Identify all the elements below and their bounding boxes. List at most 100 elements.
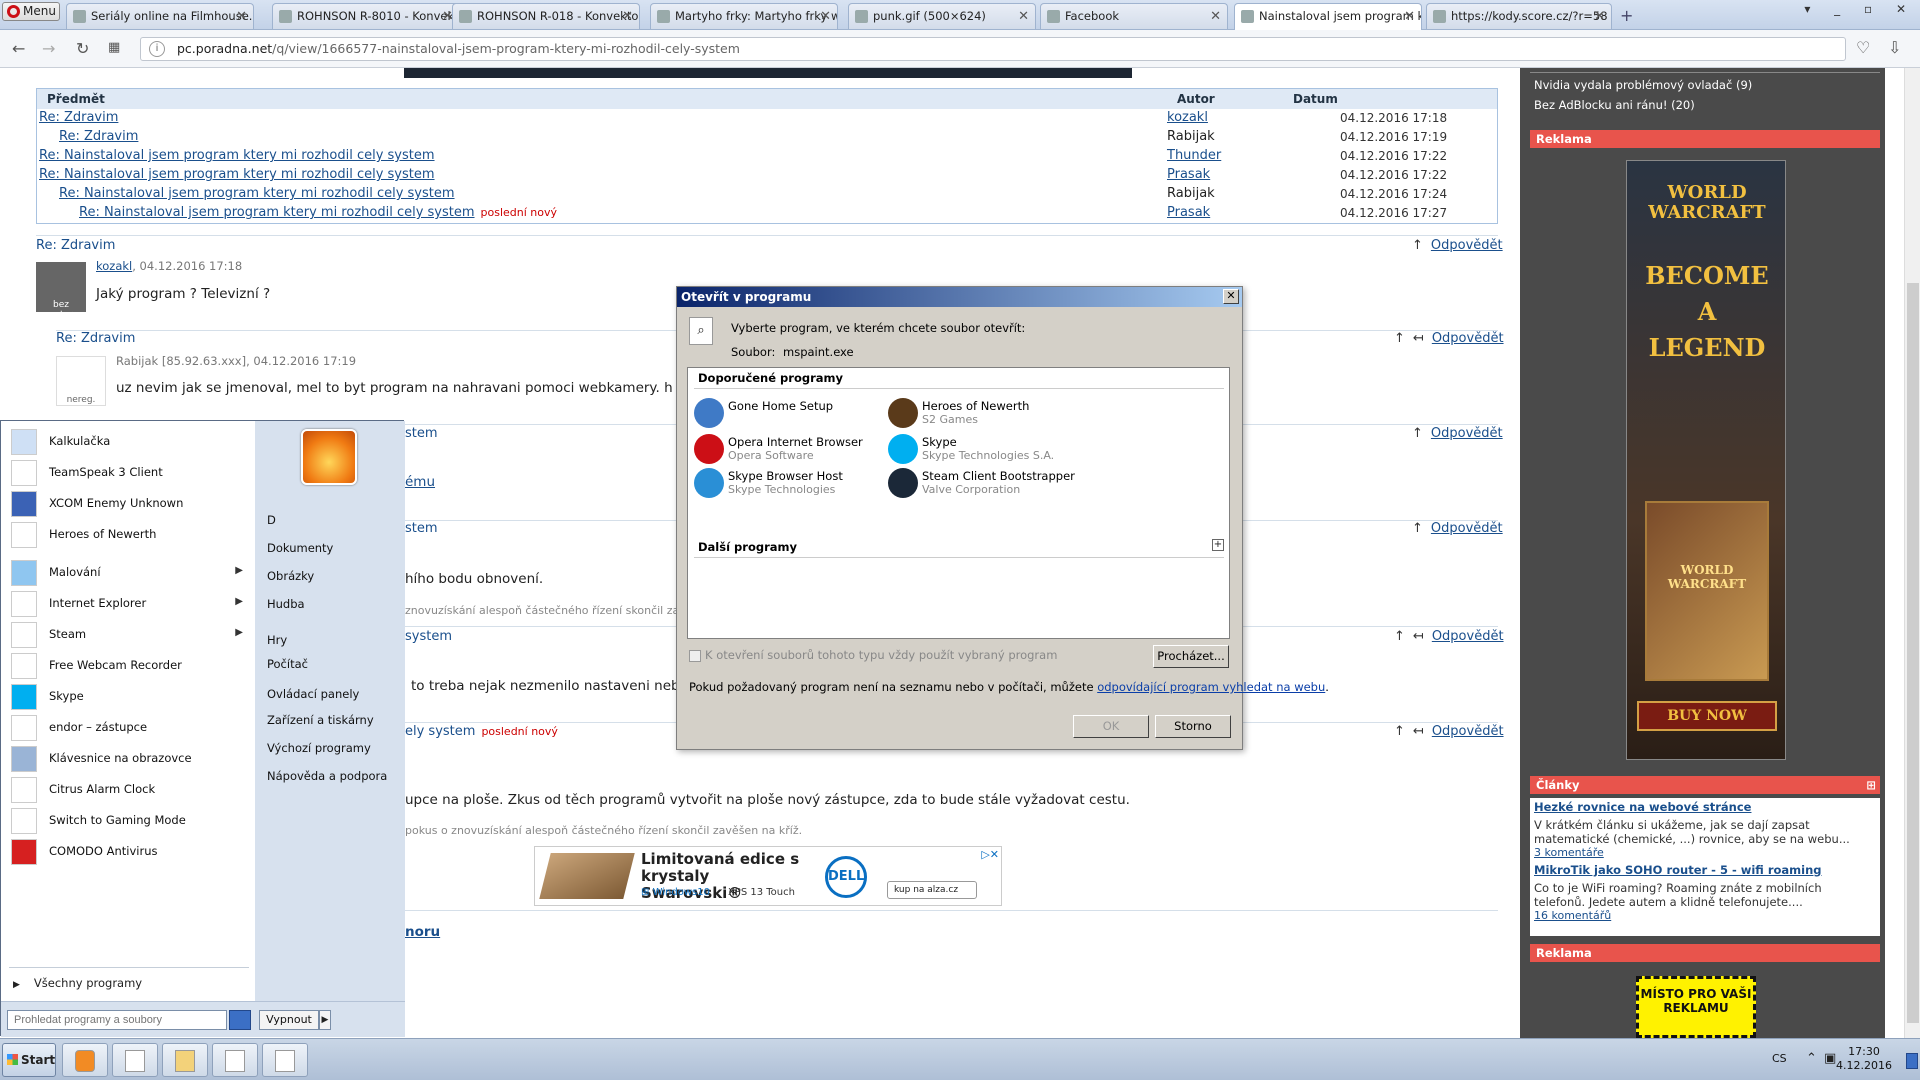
reply-action[interactable]: ↑ ↤ Odpovědět: [1394, 331, 1504, 346]
program-option[interactable]: Heroes of Newerth S2 Games: [888, 396, 1123, 432]
start-menu-item[interactable]: endor – zástupce: [9, 711, 249, 745]
start-menu-item[interactable]: Internet Explorer ▶: [9, 587, 249, 621]
start-menu-item[interactable]: Heroes of Newerth: [9, 518, 249, 552]
warcraft-ad[interactable]: WORLD WARCRAFT BECOME A LEGEND WORLD WAR…: [1626, 160, 1786, 760]
browser-tab[interactable]: punk.gif (500×624) ✕: [848, 3, 1036, 29]
thread-author-link[interactable]: Thunder: [1167, 148, 1221, 163]
article-title[interactable]: Hezké rovnice na webové stránce: [1534, 800, 1876, 814]
reply-link[interactable]: Odpovědět: [1432, 724, 1504, 739]
user-picture[interactable]: [301, 429, 357, 485]
reply-link[interactable]: Odpovědět: [1432, 331, 1504, 346]
start-menu-item[interactable]: Klávesnice na obrazovce: [9, 742, 249, 776]
show-desktop-icon[interactable]: [1906, 1053, 1918, 1069]
search-icon[interactable]: [229, 1010, 251, 1030]
thread-subject[interactable]: Re: Nainstaloval jsem program ktery mi r…: [59, 186, 455, 201]
all-programs-item[interactable]: ▶ Všechny programy: [13, 976, 142, 990]
start-menu-place[interactable]: Dokumenty: [267, 541, 333, 555]
ok-button[interactable]: OK: [1073, 715, 1149, 738]
cancel-button[interactable]: Storno: [1155, 715, 1231, 738]
start-menu-place[interactable]: Výchozí programy: [267, 741, 371, 755]
thread-subject-link[interactable]: Re: Nainstaloval jsem program ktery mi r…: [39, 148, 435, 163]
language-indicator[interactable]: CS: [1772, 1052, 1787, 1065]
sidebar-link[interactable]: Bez AdBlocku ani ránu! (20): [1534, 98, 1695, 112]
tab-close-icon[interactable]: ✕: [622, 4, 633, 29]
arrow-up-icon[interactable]: ↑: [1412, 238, 1423, 253]
arrow-up-icon[interactable]: ↑: [1412, 426, 1423, 441]
reply-link[interactable]: Odpovědět: [1432, 629, 1504, 644]
bottom-link[interactable]: noru: [405, 924, 440, 940]
start-menu-item[interactable]: COMODO Antivirus: [9, 835, 249, 869]
program-list[interactable]: Doporučené programy Gone Home Setup Heroe…: [687, 367, 1230, 639]
thread-subject-link[interactable]: Re: Zdravim: [39, 110, 118, 125]
browser-tab[interactable]: https://kody.score.cz/?r=58 ✕: [1426, 3, 1612, 29]
taskbar-document[interactable]: [112, 1043, 158, 1077]
tab-close-icon[interactable]: ✕: [1018, 4, 1029, 29]
expand-plus-icon[interactable]: +: [1212, 539, 1224, 551]
browser-tab[interactable]: Martyho frky: Martyho frky w ✕: [650, 3, 838, 29]
start-menu-item[interactable]: Skype: [9, 680, 249, 714]
browser-tab[interactable]: Facebook ✕: [1040, 3, 1228, 29]
thread-author-link[interactable]: Prasak: [1167, 205, 1210, 220]
post-link[interactable]: ému: [405, 474, 435, 490]
thread-subject[interactable]: Re: Nainstaloval jsem program ktery mi r…: [39, 148, 435, 163]
tab-close-icon[interactable]: ✕: [1404, 4, 1415, 29]
start-menu-item[interactable]: Malování ▶: [9, 556, 249, 590]
start-menu-item[interactable]: Free Webcam Recorder: [9, 649, 249, 683]
start-menu-item[interactable]: Steam ▶: [9, 618, 249, 652]
arrow-up-icon[interactable]: ↑: [1394, 724, 1405, 739]
search-web-link[interactable]: odpovídající program vyhledat na webu: [1097, 680, 1325, 694]
thread-subject-link[interactable]: Re: Nainstaloval jsem program ktery mi r…: [39, 167, 435, 182]
browser-tab[interactable]: ROHNSON R-8010 - Konvekt ✕: [272, 3, 460, 29]
reply-link[interactable]: Odpovědět: [1431, 521, 1503, 536]
thread-subject[interactable]: Re: Nainstaloval jsem program ktery mi r…: [39, 167, 435, 182]
tab-close-icon[interactable]: ✕: [236, 4, 247, 29]
start-menu-place[interactable]: Obrázky: [267, 569, 314, 583]
arrow-up-icon[interactable]: ↑: [1394, 629, 1405, 644]
reload-icon[interactable]: ↻: [76, 39, 89, 58]
tab-close-icon[interactable]: ✕: [1210, 4, 1221, 29]
thread-subject[interactable]: Re: Zdravim: [39, 110, 118, 125]
post-title[interactable]: Re: Zdravim: [56, 331, 135, 346]
network-icon[interactable]: ▣: [1824, 1051, 1836, 1066]
start-menu-item[interactable]: XCOM Enemy Unknown: [9, 487, 249, 521]
ad-placeholder[interactable]: MÍSTO PRO VAŠI REKLAMU: [1636, 976, 1756, 1038]
window-controls[interactable]: ▾ _ ▫ ✕: [1804, 2, 1916, 16]
start-menu-item[interactable]: Kalkulačka: [9, 425, 249, 459]
shutdown-button[interactable]: Vypnout: [259, 1010, 319, 1030]
clock[interactable]: 17:30 4.12.2016: [1836, 1045, 1892, 1073]
browser-tab[interactable]: Seriály online na Filmhouse.c ✕: [66, 3, 254, 29]
reply-action[interactable]: ↑ Odpovědět: [1412, 238, 1503, 253]
buy-now-button[interactable]: BUY NOW: [1637, 701, 1777, 731]
post-title[interactable]: Re: Zdravim: [36, 238, 115, 253]
thread-subject-link[interactable]: Re: Nainstaloval jsem program ktery mi r…: [59, 186, 455, 201]
thread-subject-link[interactable]: Re: Zdravim: [59, 129, 138, 144]
download-icon[interactable]: ⇩: [1888, 38, 1901, 57]
reply-link[interactable]: Odpovědět: [1431, 238, 1503, 253]
thread-subject-link[interactable]: Re: Nainstaloval jsem program ktery mi r…: [79, 205, 475, 220]
article-title[interactable]: MikroTik jako SOHO router - 5 - wifi roa…: [1534, 863, 1876, 877]
browser-tab[interactable]: Nainstaloval jsem program k ✕: [1234, 3, 1422, 30]
new-tab-button[interactable]: +: [1620, 6, 1633, 25]
dell-banner-ad[interactable]: Limitovaná edice s krystaly Swarovski® ⊞…: [534, 846, 1002, 906]
browse-button[interactable]: Procházet...: [1153, 645, 1229, 668]
page-scrollbar[interactable]: [1904, 68, 1920, 1038]
scrollbar-thumb[interactable]: [1907, 283, 1919, 1023]
thread-subject[interactable]: Re: Nainstaloval jsem program ktery mi r…: [79, 205, 557, 220]
post-title[interactable]: system: [405, 629, 452, 644]
bookmark-heart-icon[interactable]: ♡: [1856, 38, 1870, 57]
start-search-input[interactable]: [7, 1010, 227, 1030]
alza-button[interactable]: kup na alza.cz: [887, 881, 977, 899]
arrow-up-icon[interactable]: ↑: [1394, 331, 1405, 346]
post-title[interactable]: stem: [405, 426, 438, 441]
article-comments[interactable]: 3 komentáře: [1534, 846, 1876, 859]
browser-tab[interactable]: ROHNSON R-018 - Konvekto ✕: [452, 3, 640, 29]
arrow-back-icon[interactable]: ↤: [1413, 629, 1424, 644]
thread-author-link[interactable]: Prasak: [1167, 167, 1210, 182]
start-menu-place[interactable]: D: [267, 513, 276, 527]
taskbar-explorer[interactable]: [162, 1043, 208, 1077]
post-author-link[interactable]: kozakl: [96, 259, 132, 273]
reply-link[interactable]: Odpovědět: [1431, 426, 1503, 441]
reply-action[interactable]: ↑ ↤ Odpovědět: [1394, 724, 1504, 739]
start-menu-place[interactable]: Hry: [267, 633, 287, 647]
start-menu-item[interactable]: Switch to Gaming Mode: [9, 804, 249, 838]
